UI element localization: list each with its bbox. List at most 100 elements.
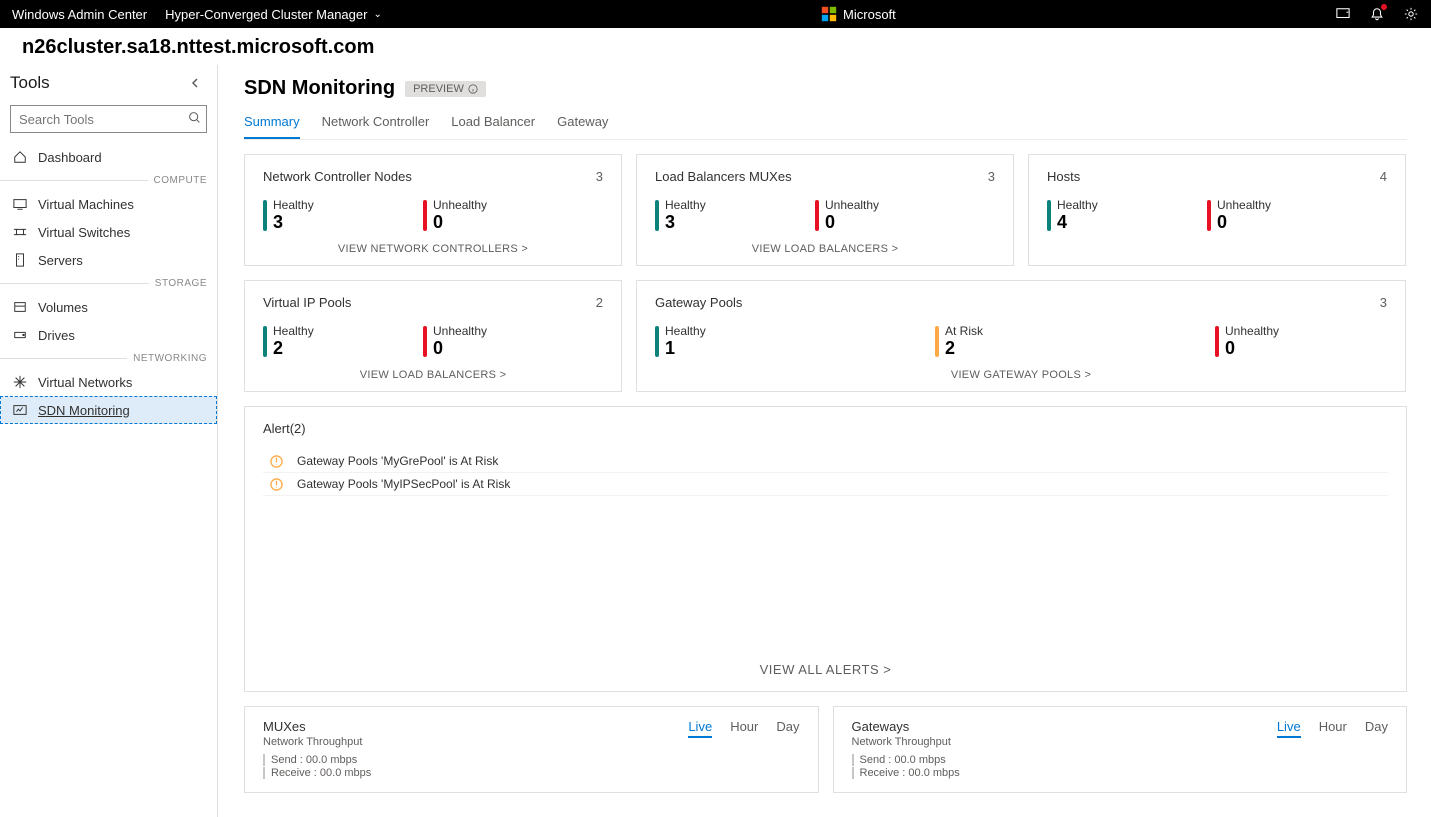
view-load-balancers-link[interactable]: VIEW LOAD BALANCERS > — [655, 243, 995, 255]
notification-dot-icon — [1381, 4, 1387, 10]
search-icon — [188, 111, 201, 127]
tabs: Summary Network Controller Load Balancer… — [244, 108, 1407, 140]
chevron-down-icon: ⌄ — [373, 9, 381, 20]
tp-title: MUXes — [263, 719, 362, 734]
server-icon — [12, 252, 28, 268]
view-load-balancers-link-2[interactable]: VIEW LOAD BALANCERS > — [263, 369, 603, 381]
card-hosts: Hosts 4 Healthy4 Unhealthy0 — [1028, 154, 1406, 266]
sidebar-item-virtual-networks[interactable]: Virtual Networks — [0, 368, 217, 396]
card-network-controller-nodes: Network Controller Nodes3 Healthy3 Unhea… — [244, 154, 622, 266]
sidebar-section-networking: NETWORKING — [0, 349, 217, 368]
view-all-alerts-link[interactable]: VIEW ALL ALERTS > — [263, 662, 1388, 677]
sidebar-item-label: SDN Monitoring — [38, 403, 130, 418]
sidebar-item-label: Drives — [38, 328, 75, 343]
card-count: 3 — [1380, 295, 1387, 310]
breadcrumb: n26cluster.sa18.nttest.microsoft.com — [0, 28, 1431, 65]
page-title: SDN Monitoring — [244, 77, 395, 100]
stat-at-risk: At Risk2 — [935, 324, 1035, 359]
connection-title: n26cluster.sa18.nttest.microsoft.com — [22, 36, 1409, 59]
home-icon — [12, 149, 28, 165]
context-label: Hyper-Converged Cluster Manager — [165, 7, 367, 22]
sidebar-item-servers[interactable]: Servers — [0, 246, 217, 274]
sidebar-item-virtual-machines[interactable]: Virtual Machines — [0, 190, 217, 218]
stat-healthy: Healthy2 — [263, 324, 363, 359]
feedback-icon[interactable] — [1335, 6, 1351, 22]
sidebar-item-label: Servers — [38, 253, 83, 268]
card-title: Load Balancers MUXes — [655, 169, 792, 184]
sidebar-title: Tools — [10, 73, 50, 93]
stat-unhealthy: Unhealthy0 — [423, 198, 523, 233]
throughput-muxes-card: MUXes Network Throughput Live Hour Day S… — [244, 706, 819, 793]
sidebar-item-label: Virtual Networks — [38, 375, 132, 390]
sidebar-item-virtual-switches[interactable]: Virtual Switches — [0, 218, 217, 246]
sidebar-item-sdn-monitoring[interactable]: SDN Monitoring — [0, 396, 217, 424]
tab-load-balancer[interactable]: Load Balancer — [451, 108, 535, 139]
alert-text: Gateway Pools 'MyGrePool' is At Risk — [297, 454, 498, 468]
preview-badge: PREVIEW — [405, 81, 486, 97]
sidebar-section-storage: STORAGE — [0, 274, 217, 293]
stat-unhealthy: Unhealthy0 — [1215, 324, 1315, 359]
view-network-controllers-link[interactable]: VIEW NETWORK CONTROLLERS > — [263, 243, 603, 255]
tp-tab-hour[interactable]: Hour — [1319, 719, 1347, 738]
tab-gateway[interactable]: Gateway — [557, 108, 608, 139]
settings-icon[interactable] — [1403, 6, 1419, 22]
stat-unhealthy: Unhealthy0 — [423, 324, 523, 359]
card-load-balancers: Load Balancers MUXes3 Healthy3 Unhealthy… — [636, 154, 1014, 266]
topbar: Windows Admin Center Hyper-Converged Clu… — [0, 0, 1431, 28]
time-range-tabs: Live Hour Day — [1277, 719, 1388, 738]
brand-label[interactable]: Windows Admin Center — [12, 7, 147, 22]
tp-tab-hour[interactable]: Hour — [730, 719, 758, 738]
card-virtual-ip-pools: Virtual IP Pools2 Healthy2 Unhealthy0 VI… — [244, 280, 622, 392]
card-count: 3 — [596, 169, 603, 184]
card-title: Gateway Pools — [655, 295, 742, 310]
tp-tab-day[interactable]: Day — [776, 719, 799, 738]
context-dropdown[interactable]: Hyper-Converged Cluster Manager ⌄ — [165, 7, 382, 22]
sidebar-item-volumes[interactable]: Volumes — [0, 293, 217, 321]
sidebar-item-label: Volumes — [38, 300, 88, 315]
tp-subtitle: Network Throughput — [852, 736, 951, 748]
card-gateway-pools: Gateway Pools 3 Healthy1 At Risk2 Unhealt… — [636, 280, 1406, 392]
collapse-sidebar-button[interactable] — [183, 71, 207, 95]
vm-icon — [12, 196, 28, 212]
tp-tab-live[interactable]: Live — [1277, 719, 1301, 738]
stat-unhealthy: Unhealthy0 — [815, 198, 915, 233]
stat-unhealthy: Unhealthy0 — [1207, 198, 1307, 233]
card-title: Hosts — [1047, 169, 1080, 184]
time-range-tabs: Live Hour Day — [688, 719, 799, 738]
alerts-card: Alert(2) Gateway Pools 'MyGrePool' is At… — [244, 406, 1407, 692]
switch-icon — [12, 224, 28, 240]
sidebar-item-drives[interactable]: Drives — [0, 321, 217, 349]
tp-subtitle: Network Throughput — [263, 736, 362, 748]
tab-network-controller[interactable]: Network Controller — [322, 108, 430, 139]
alert-row[interactable]: Gateway Pools 'MyGrePool' is At Risk — [263, 450, 1388, 473]
card-count: 3 — [988, 169, 995, 184]
card-count: 2 — [596, 295, 603, 310]
sdn-icon — [12, 402, 28, 418]
sidebar: Tools Dashboard COMPUTE Virtual Machines — [0, 65, 218, 817]
alert-row[interactable]: Gateway Pools 'MyIPSecPool' is At Risk — [263, 473, 1388, 496]
tab-summary[interactable]: Summary — [244, 108, 300, 139]
stat-healthy: Healthy4 — [1047, 198, 1147, 233]
notifications-icon[interactable] — [1369, 6, 1385, 22]
sidebar-item-dashboard[interactable]: Dashboard — [0, 143, 217, 171]
tp-send: Send : 00.0 mbps — [852, 754, 1389, 766]
warning-icon — [269, 454, 283, 468]
sidebar-item-label: Dashboard — [38, 150, 102, 165]
view-gateway-pools-link[interactable]: VIEW GATEWAY POOLS > — [655, 369, 1387, 381]
main-content: SDN Monitoring PREVIEW Summary Network C… — [218, 65, 1431, 817]
search-input[interactable] — [10, 105, 207, 133]
stat-healthy: Healthy1 — [655, 324, 755, 359]
microsoft-label: Microsoft — [843, 7, 896, 22]
tp-tab-day[interactable]: Day — [1365, 719, 1388, 738]
tp-tab-live[interactable]: Live — [688, 719, 712, 738]
tp-send: Send : 00.0 mbps — [263, 754, 800, 766]
warning-icon — [269, 477, 283, 491]
tp-receive: Receive : 00.0 mbps — [263, 767, 800, 779]
volume-icon — [12, 299, 28, 315]
card-title: Network Controller Nodes — [263, 169, 412, 184]
tp-receive: Receive : 00.0 mbps — [852, 767, 1389, 779]
microsoft-logo-icon — [821, 6, 837, 22]
card-count: 4 — [1380, 169, 1387, 184]
virtnet-icon — [12, 374, 28, 390]
sidebar-item-label: Virtual Machines — [38, 197, 134, 212]
